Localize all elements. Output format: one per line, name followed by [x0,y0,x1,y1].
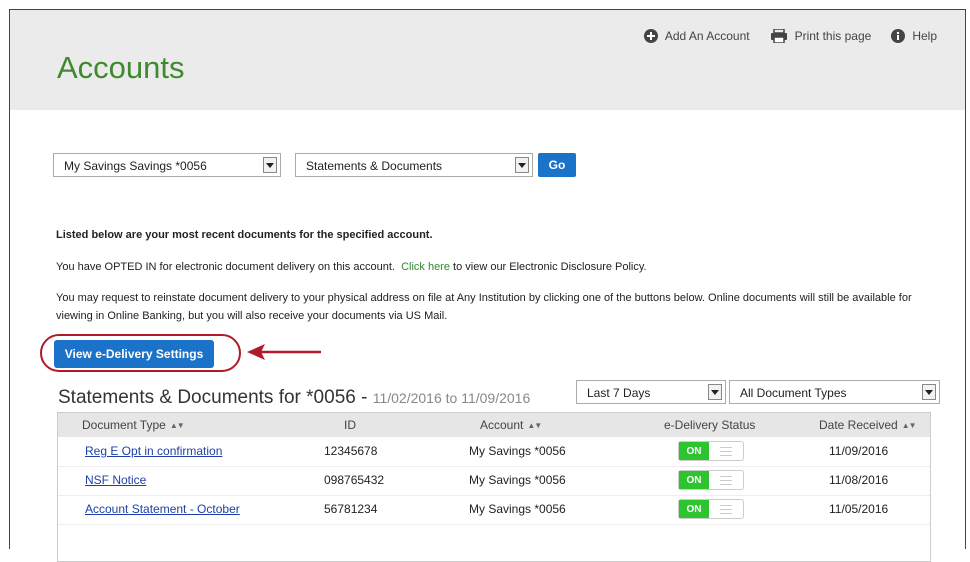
intro-text: Listed below are your most recent docume… [56,229,433,241]
sort-icon: ▲▼ [527,420,542,430]
sort-icon: ▲▼ [901,420,917,430]
toggle-on-label: ON [679,500,709,518]
opt-in-text-start: You have OPTED IN for electronic documen… [56,261,395,273]
date-header: Date Received [819,418,898,432]
printer-icon [770,29,787,43]
reinstate-delivery-text: You may request to reinstate document de… [56,292,912,322]
table-row: Reg E Opt in confirmation 12345678 My Sa… [58,437,930,467]
account-cell: My Savings *0056 [469,444,566,458]
opt-in-text-end: to view our Electronic Disclosure Policy… [453,261,647,273]
date-range-select[interactable]: Last 7 Days [576,380,726,404]
id-cell: 098765432 [324,473,385,487]
document-type-select-value: Statements & Documents [306,159,443,173]
chevron-down-icon [708,384,722,400]
section-title: Statements & Documents for *0056 - 11/02… [58,387,530,409]
edelivery-toggle[interactable]: ON [678,441,744,461]
account-header: Account [480,418,524,432]
status-header: e-Delivery Status [664,418,755,432]
toggle-handle-icon [709,442,743,460]
add-account-label: Add An Account [664,29,750,43]
status-header-label: e-Delivery Status [664,418,756,432]
header-links: Add An Account Print this page Help [643,29,937,43]
documents-table: Document Type ▲▼ ID Account ▲▼ e-Deliver… [57,412,931,562]
section-title-text: Statements & Documents for *0056 - [58,387,373,408]
plus-circle-icon [643,29,658,43]
document-link[interactable]: Reg E Opt in confirmation [85,444,222,458]
id-cell: 56781234 [324,502,378,516]
page-title: Accounts [57,50,185,85]
account-cell: My Savings *0056 [469,473,566,487]
account-select[interactable]: My Savings Savings *0056 [53,153,281,177]
chevron-down-icon [263,157,277,173]
toggle-handle-icon [709,471,743,489]
document-type-select[interactable]: Statements & Documents [295,153,533,177]
toggle-on-label: ON [679,471,709,489]
info-icon [891,29,906,43]
sort-account[interactable]: Account ▲▼ [480,418,542,432]
page-header: Accounts Add An Account Print this page [10,10,965,110]
help-link[interactable]: Help [891,29,937,43]
doc-type-header: Document Type [82,418,166,432]
edelivery-toggle[interactable]: ON [678,470,744,490]
view-edelivery-settings-button[interactable]: View e-Delivery Settings [54,340,214,368]
document-filter-select-value: All Document Types [740,386,847,400]
date-cell: 11/09/2016 [829,444,889,458]
account-cell: My Savings *0056 [469,502,566,516]
table-row: NSF Notice 098765432 My Savings *0056 ON… [58,466,930,496]
edelivery-toggle[interactable]: ON [678,499,744,519]
chevron-down-icon [515,157,529,173]
opt-in-text: You have OPTED IN for electronic documen… [56,261,647,273]
table-header: Document Type ▲▼ ID Account ▲▼ e-Deliver… [58,413,930,437]
help-label: Help [912,29,937,43]
document-link[interactable]: Account Statement - October [85,502,240,516]
date-range-text: 11/02/2016 to 11/09/2016 [372,390,531,406]
add-account-link[interactable]: Add An Account [643,29,750,43]
id-header: ID [344,418,356,432]
account-select-value: My Savings Savings *0056 [64,159,207,173]
print-link[interactable]: Print this page [770,29,872,43]
arrow-left-icon [247,344,321,360]
toggle-handle-icon [709,500,743,518]
sort-document-type[interactable]: Document Type ▲▼ [82,418,185,432]
id-cell: 12345678 [324,444,378,458]
print-label: Print this page [794,29,872,43]
chevron-down-icon [922,384,936,400]
toggle-on-label: ON [679,442,709,460]
sort-icon: ▲▼ [169,420,185,430]
date-cell: 11/05/2016 [829,502,889,516]
id-header-label: ID [344,418,356,432]
disclosure-policy-link[interactable]: Click here [401,261,450,273]
date-range-select-value: Last 7 Days [587,386,651,400]
document-filter-select[interactable]: All Document Types [729,380,940,404]
sort-date-received[interactable]: Date Received ▲▼ [819,418,917,432]
page-frame: Accounts Add An Account Print this page [9,9,966,562]
date-cell: 11/08/2016 [829,473,889,487]
table-row: Account Statement - October 56781234 My … [58,495,930,525]
document-link[interactable]: NSF Notice [85,473,146,487]
go-button[interactable]: Go [538,153,576,177]
